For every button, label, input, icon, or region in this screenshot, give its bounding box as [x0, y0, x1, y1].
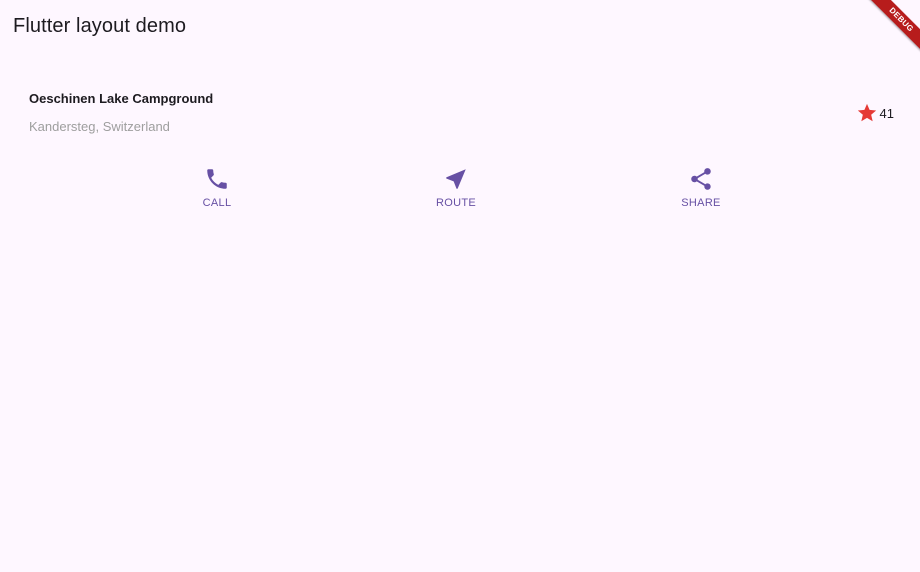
call-button[interactable]: CALL	[177, 166, 257, 209]
app-bar: Flutter layout demo	[0, 0, 920, 56]
phone-icon	[204, 166, 230, 192]
app-title: Flutter layout demo	[13, 15, 187, 37]
route-label: ROUTE	[436, 197, 476, 209]
title-section: Oeschinen Lake Campground Kandersteg, Sw…	[29, 89, 894, 137]
navigation-icon	[443, 166, 469, 192]
star-icon	[856, 102, 878, 124]
rating: 41	[856, 102, 894, 124]
share-button[interactable]: SHARE	[661, 166, 741, 209]
share-icon	[688, 166, 714, 192]
title-column: Oeschinen Lake Campground Kandersteg, Sw…	[29, 91, 856, 135]
button-section: CALL ROUTE SHARE	[0, 166, 920, 218]
call-label: CALL	[202, 197, 232, 209]
share-label: SHARE	[681, 197, 721, 209]
place-location: Kandersteg, Switzerland	[29, 119, 170, 134]
route-button[interactable]: ROUTE	[416, 166, 496, 209]
place-name: Oeschinen Lake Campground	[29, 91, 214, 106]
app-root: Flutter layout demo Oeschinen Lake Campg…	[0, 0, 920, 572]
rating-count: 41	[879, 105, 894, 121]
